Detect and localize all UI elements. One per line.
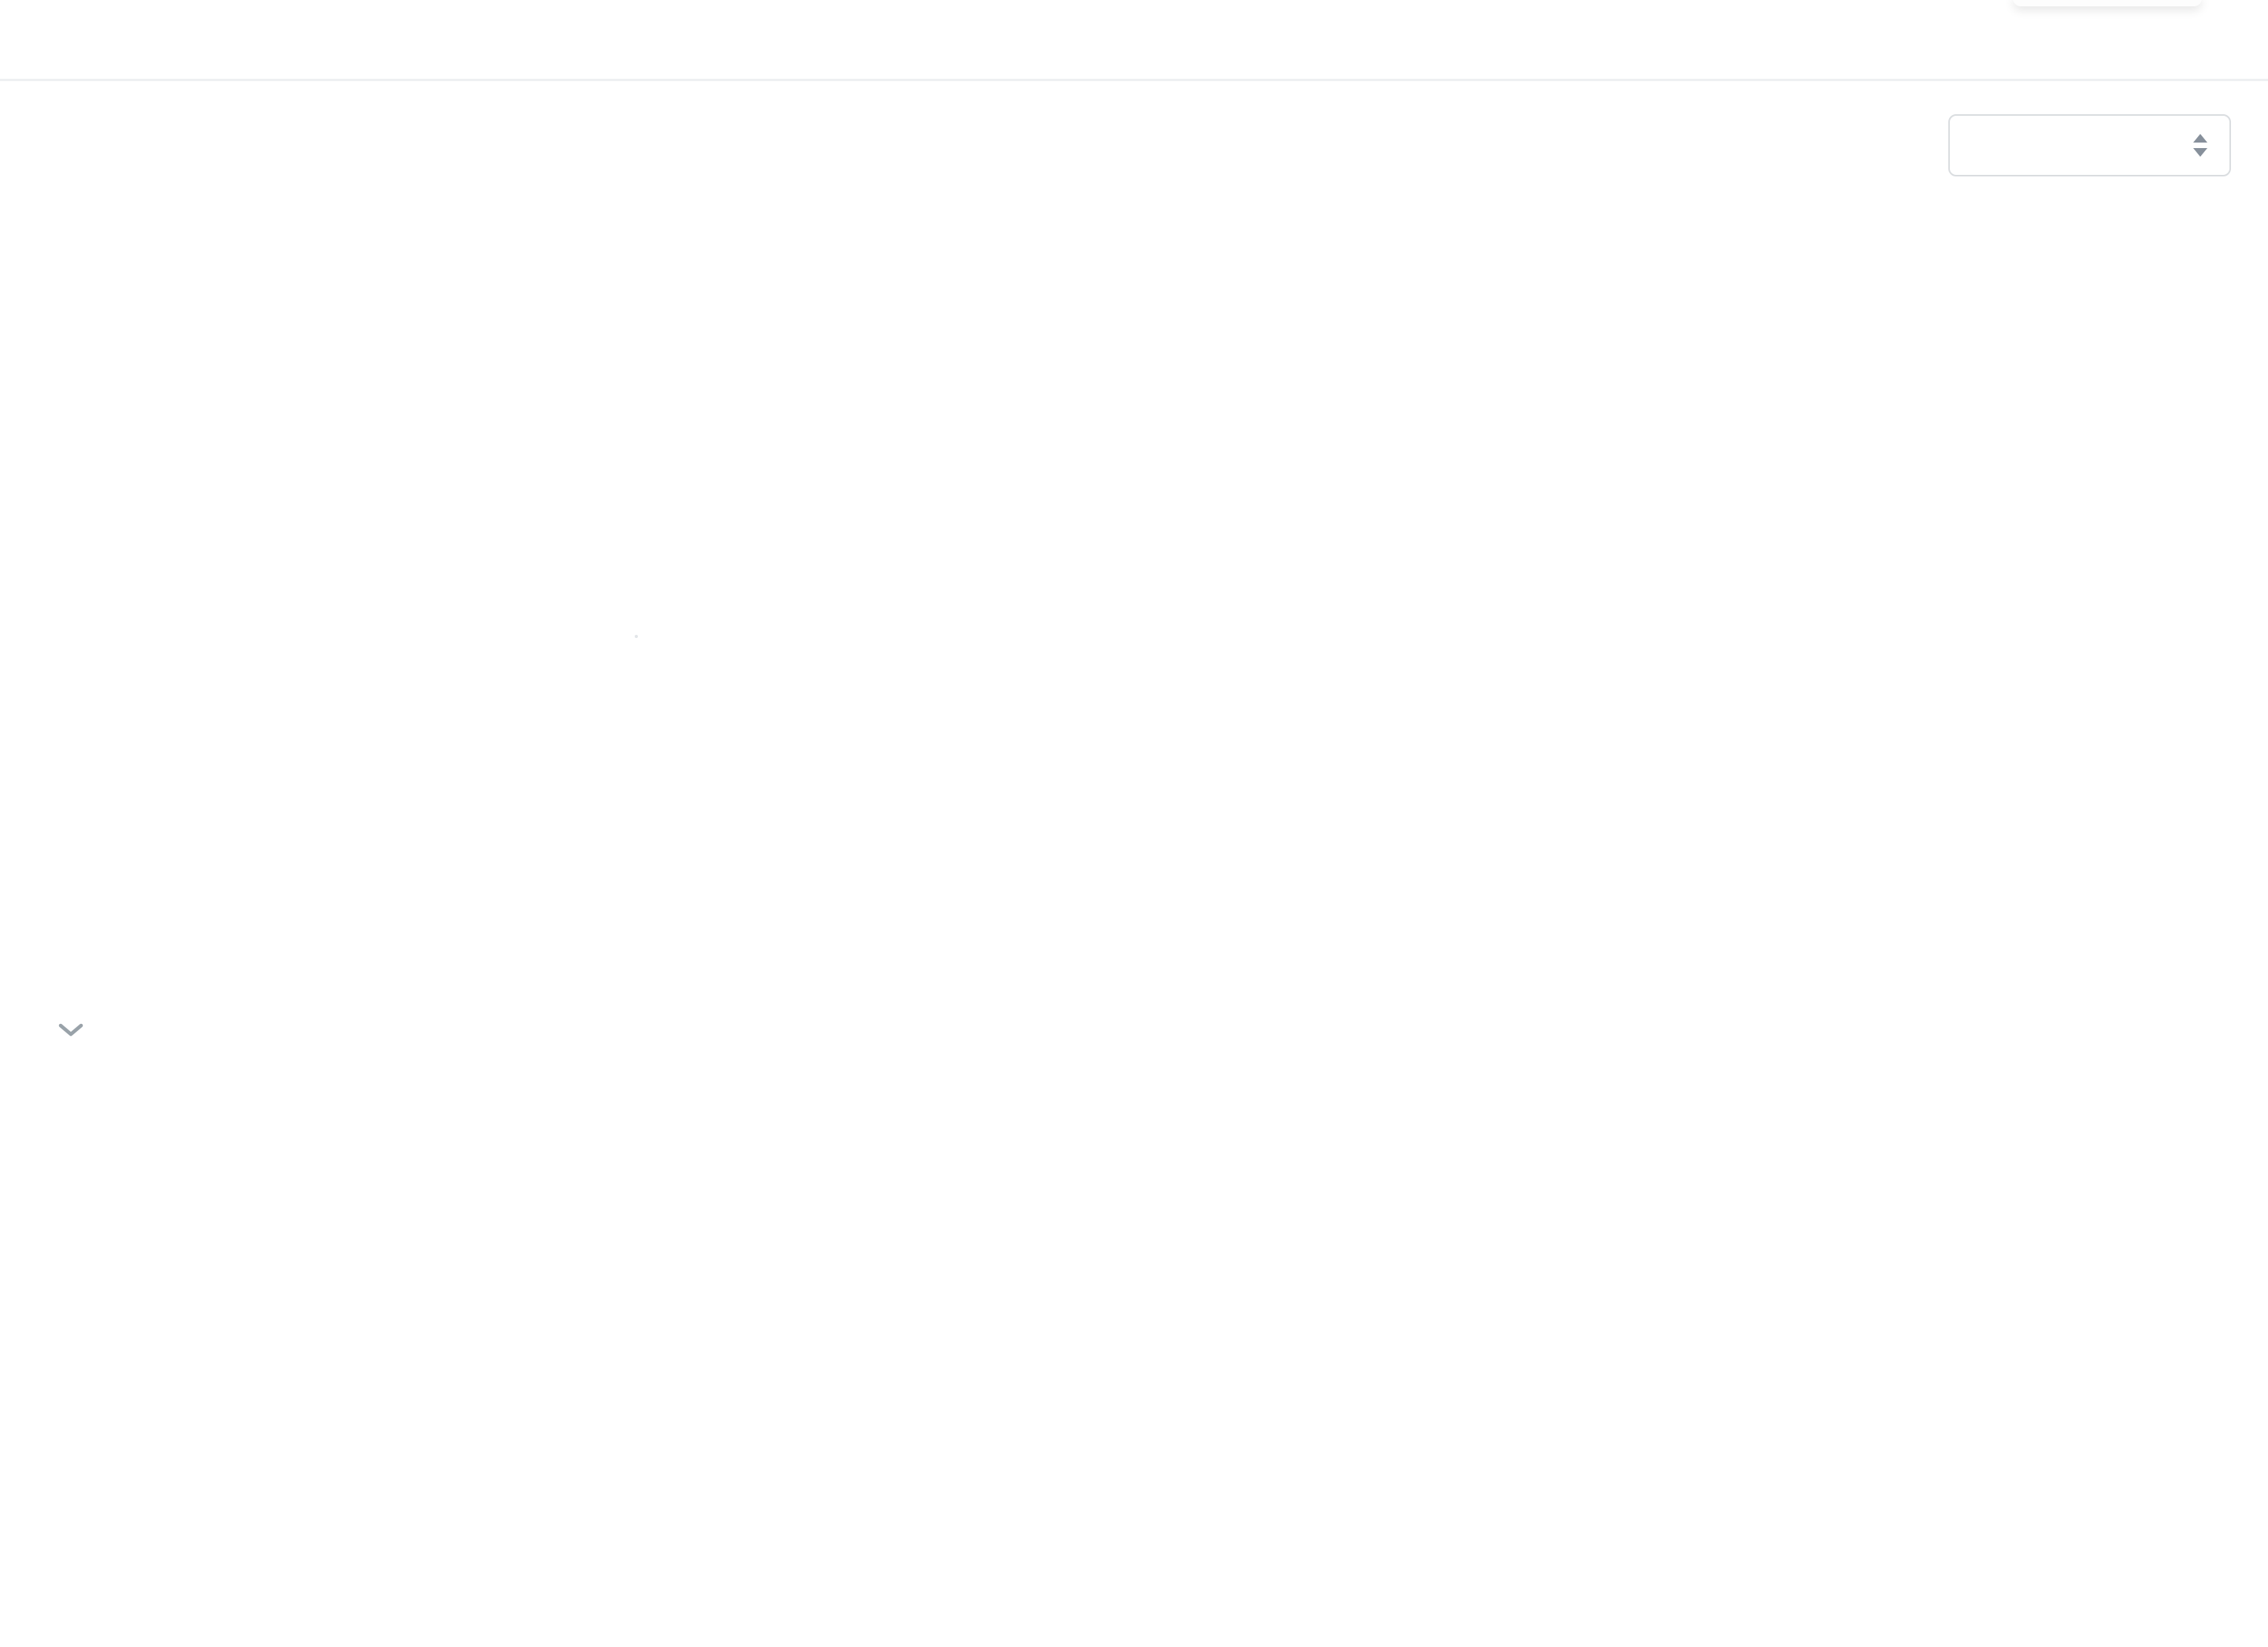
progress-track (37, 464, 2239, 481)
chevron-down-icon[interactable] (57, 1022, 84, 1039)
chart-title-row (37, 1022, 84, 1039)
report-subnav (37, 101, 2231, 176)
top-nav-items (0, 0, 2268, 79)
top-nav (0, 0, 2268, 81)
select-arrows-icon (2193, 134, 2207, 157)
units-select[interactable] (1948, 114, 2231, 176)
cutoff-popup-remnant (2013, 0, 2202, 6)
activity-chart[interactable] (0, 1093, 2268, 1613)
date-range-tabs (635, 635, 638, 638)
